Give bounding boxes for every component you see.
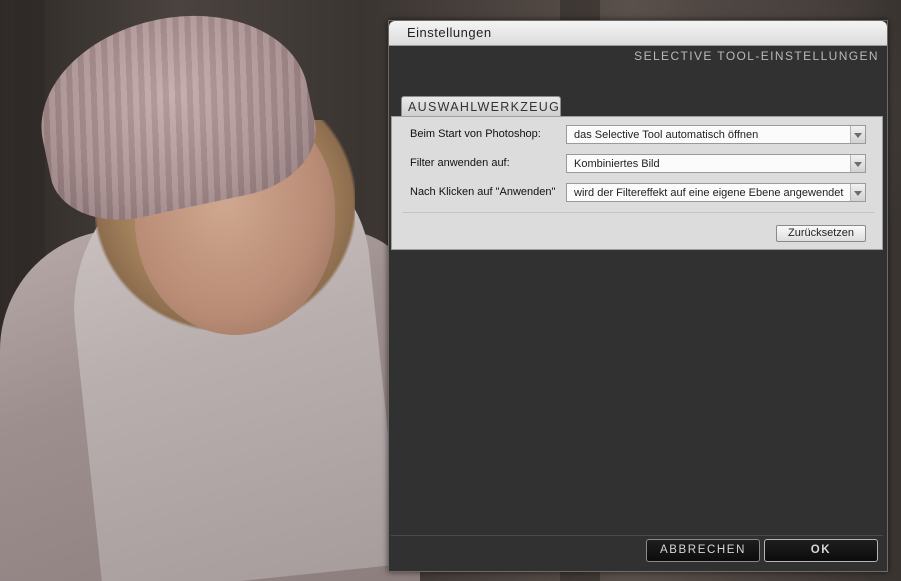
startup-select[interactable]: das Selective Tool automatisch öffnen: [566, 125, 866, 144]
footer-divider: [391, 535, 883, 536]
chevron-down-icon[interactable]: [850, 155, 865, 172]
cancel-button[interactable]: ABBRECHEN: [646, 539, 760, 562]
setting-row-startup: Beim Start von Photoshop: das Selective …: [410, 125, 872, 147]
setting-row-filter-target: Filter anwenden auf: Kombiniertes Bild: [410, 154, 872, 176]
dialog-title: Einstellungen: [389, 21, 887, 46]
apply-behavior-select[interactable]: wird der Filtereffekt auf eine eigene Eb…: [566, 183, 866, 202]
chevron-down-icon[interactable]: [850, 184, 865, 201]
settings-dialog: Einstellungen SELECTIVE TOOL-EINSTELLUNG…: [388, 20, 888, 572]
ok-button[interactable]: OK: [764, 539, 878, 562]
settings-panel: Beim Start von Photoshop: das Selective …: [391, 116, 883, 250]
select-value: das Selective Tool automatisch öffnen: [574, 129, 759, 141]
setting-label: Nach Klicken auf "Anwenden": [410, 186, 556, 198]
header-label: SELECTIVE TOOL-EINSTELLUNGEN: [634, 49, 879, 63]
setting-row-apply-behavior: Nach Klicken auf "Anwenden" wird der Fil…: [410, 183, 872, 205]
tab-bar: AUSWAHLWERKZEUG: [391, 94, 883, 116]
setting-label: Filter anwenden auf:: [410, 157, 510, 169]
tab-auswahlwerkzeug[interactable]: AUSWAHLWERKZEUG: [401, 96, 561, 116]
chevron-down-icon[interactable]: [850, 126, 865, 143]
reset-button[interactable]: Zurücksetzen: [776, 225, 866, 242]
select-value: wird der Filtereffekt auf eine eigene Eb…: [574, 187, 844, 199]
divider: [402, 212, 874, 213]
select-value: Kombiniertes Bild: [574, 158, 660, 170]
filter-target-select[interactable]: Kombiniertes Bild: [566, 154, 866, 173]
setting-label: Beim Start von Photoshop:: [410, 128, 541, 140]
